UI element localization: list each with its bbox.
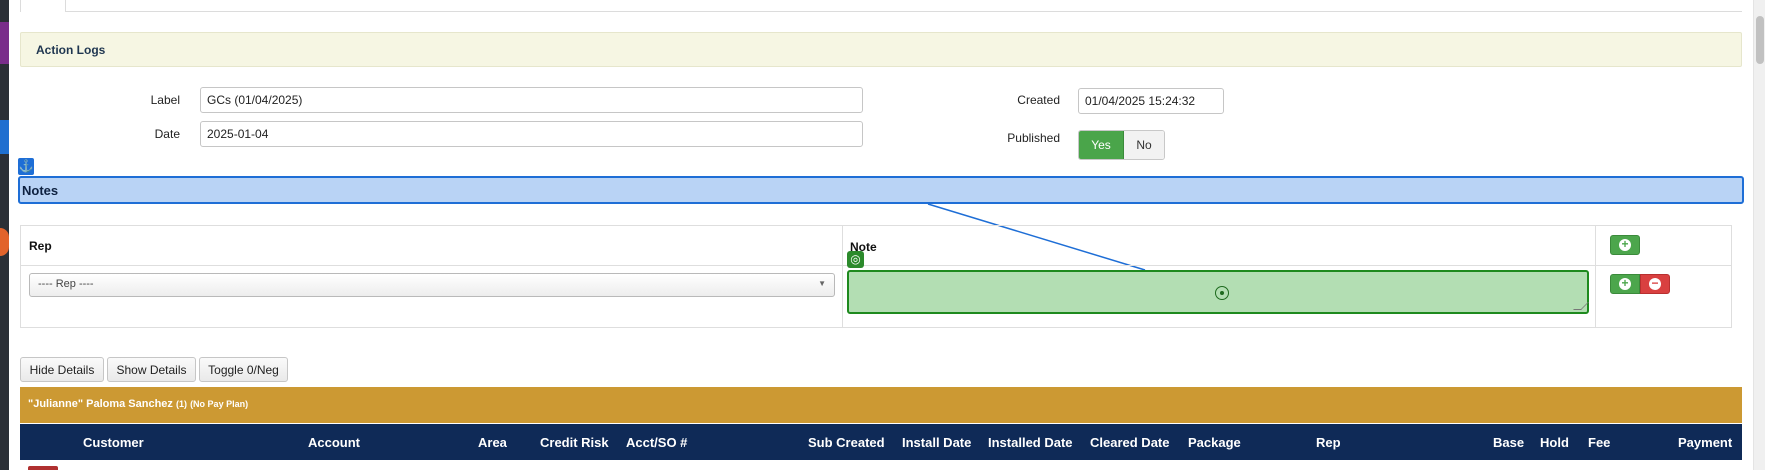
rep-group-header[interactable]: "Julianne" Paloma Sanchez (1) (No Pay Pl… [20,387,1742,423]
note-textarea[interactable] [847,270,1589,314]
column-header[interactable]: Install Date [902,435,971,450]
resize-grip-icon[interactable] [1573,302,1589,310]
target-badge-icon: ◎ [847,251,864,268]
vertical-scrollbar[interactable] [1753,0,1765,470]
show-details-button[interactable]: Show Details [107,357,196,382]
created-caption: Created [1017,93,1060,107]
published-caption: Published [1007,131,1060,145]
scrollbar-thumb[interactable] [1756,16,1764,64]
remove-note-row-button[interactable] [1640,274,1670,294]
browser-edge [0,0,9,470]
column-header[interactable]: Customer [83,435,144,450]
column-header[interactable]: Package [1188,435,1241,450]
add-note-header-button[interactable] [1610,235,1640,255]
edge-app-swatch [0,120,9,154]
column-header[interactable]: Rep [1316,435,1341,450]
row-action-chip[interactable] [28,466,58,470]
rep-select[interactable]: ---- Rep ---- ▼ [29,273,835,297]
tab-remnant[interactable] [20,0,66,12]
notes-title: Notes [22,183,59,198]
edge-app-swatch [0,228,9,256]
hide-details-button[interactable]: Hide Details [20,357,104,382]
column-header[interactable]: Installed Date [988,435,1073,450]
column-header[interactable]: Sub Created [808,435,885,450]
date-field[interactable]: 2025-01-04 [200,121,863,147]
rep-column-header: Rep [29,239,52,253]
rep-select-value: ---- Rep ---- [38,278,94,290]
anchor-icon[interactable]: ⚓ [18,158,34,175]
published-toggle[interactable]: Yes No [1078,130,1165,160]
add-note-row-button[interactable] [1610,274,1640,294]
date-caption: Date [154,127,180,141]
column-header[interactable]: Acct/SO # [626,435,687,450]
rep-group-name: "Julianne" Paloma Sanchez (1) (No Pay Pl… [28,398,249,410]
column-header[interactable]: Area [478,435,507,450]
column-header[interactable]: Cleared Date [1090,435,1169,450]
section-header: Action Logs [20,32,1742,67]
edge-app-swatch [0,22,9,64]
commission-table-header: Customer Account Area Credit Risk Acct/S… [20,424,1742,460]
published-yes-button[interactable]: Yes [1079,131,1124,159]
label-field[interactable]: GCs (01/04/2025) [200,87,863,113]
label-caption: Label [150,93,180,107]
notes-section-bar[interactable]: Notes [18,176,1744,204]
column-header[interactable]: Fee [1588,435,1610,450]
published-no-button[interactable]: No [1124,131,1164,159]
column-header[interactable]: Base [1493,435,1524,450]
crosshair-icon [1215,286,1229,300]
column-header[interactable]: Payment [1678,435,1732,450]
page: Action Logs Label GCs (01/04/2025) Date … [0,0,1765,470]
section-title: Action Logs [36,43,106,57]
created-field[interactable]: 01/04/2025 15:24:32 [1078,88,1224,114]
chevron-down-icon: ▼ [818,279,826,288]
column-header[interactable]: Hold [1540,435,1569,450]
column-header[interactable]: Credit Risk [540,435,609,450]
toggle-zero-neg-button[interactable]: Toggle 0/Neg [199,357,288,382]
column-header[interactable]: Account [308,435,360,450]
tab-underline [20,11,1742,12]
